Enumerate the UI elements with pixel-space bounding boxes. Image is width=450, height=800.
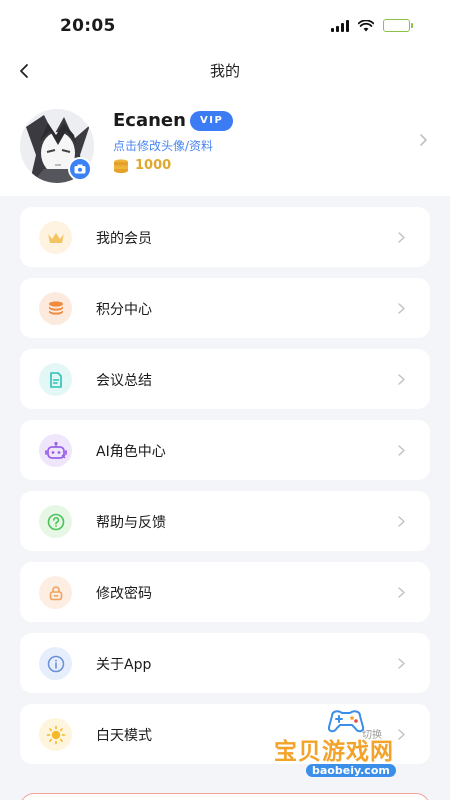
lock-icon [39,576,72,609]
coin-balance: 1000 [113,158,171,173]
camera-icon [74,164,86,174]
chevron-right-icon [398,232,405,243]
menu-item-label: 我的会员 [96,231,152,247]
menu-item-label: 会议总结 [96,373,152,389]
coin-stack-icon [114,158,128,173]
status-icons: ⚡ [331,18,413,32]
wifi-icon [358,19,374,31]
menu-item-label: 积分中心 [96,302,152,318]
profile-card[interactable]: Ecanen VIP 点击修改头像/资料 1000 [0,100,450,192]
chevron-right-icon [398,658,405,669]
status-time: 20:05 [60,16,116,36]
settings-menu: 我的会员 积分中心 会议总结 AI角色中心 帮助与反馈 修改密码 关于App 白… [20,207,430,775]
avatar[interactable] [20,109,94,183]
menu-item-label: 帮助与反馈 [96,515,166,531]
menu-item-label: 修改密码 [96,586,152,602]
battery-charging-icon: ⚡ [383,18,413,32]
menu-item-ai-characters[interactable]: AI角色中心 [20,420,430,480]
logout-button-partial[interactable] [20,793,430,800]
chevron-right-icon [398,303,405,314]
chevron-right-icon [420,134,427,146]
site-watermark: 切换 宝贝游戏网 baobeiy.com [272,708,422,790]
menu-item-label: 白天模式 [96,728,152,744]
crown-icon [39,221,72,254]
menu-item-points[interactable]: 积分中心 [20,278,430,338]
sun-icon [39,718,72,751]
username: Ecanen [113,110,186,131]
chevron-right-icon [398,445,405,456]
menu-item-label: AI角色中心 [96,444,166,460]
camera-button[interactable] [68,157,92,181]
page-title: 我的 [209,62,240,80]
cellular-signal-icon [331,19,349,32]
chevron-right-icon [398,374,405,385]
robot-icon [39,434,72,467]
app-screen: 20:05 ⚡ 我的 Ecanen VIP 点击修改头像/资料 1000 我的会… [0,0,450,800]
menu-item-about-app[interactable]: 关于App [20,633,430,693]
info-icon [39,647,72,680]
coins-icon [39,292,72,325]
chevron-right-icon [398,587,405,598]
menu-item-change-password[interactable]: 修改密码 [20,562,430,622]
chevron-right-icon [398,516,405,527]
menu-item-help-feedback[interactable]: 帮助与反馈 [20,491,430,551]
watermark-url: baobeiy.com [306,764,396,777]
help-icon [39,505,72,538]
menu-item-membership[interactable]: 我的会员 [20,207,430,267]
vip-badge: VIP [190,111,234,131]
document-icon [39,363,72,396]
menu-item-meeting-summary[interactable]: 会议总结 [20,349,430,409]
menu-item-label: 关于App [96,657,152,673]
edit-profile-link[interactable]: 点击修改头像/资料 [113,137,213,154]
coin-count: 1000 [135,158,172,173]
watermark-name: 宝贝游戏网 [274,739,394,765]
